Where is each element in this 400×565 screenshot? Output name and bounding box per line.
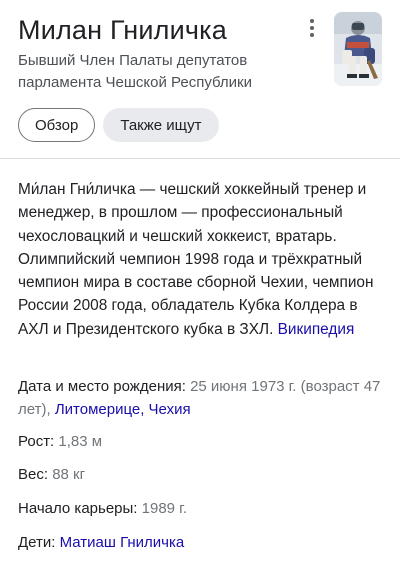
tab-people-also-search[interactable]: Также ищут (103, 108, 219, 142)
fact-height-label: Рост: (18, 433, 55, 450)
tab-overview[interactable]: Обзор (18, 108, 96, 142)
fact-weight-value: 88 кг (52, 466, 86, 483)
child-link[interactable]: Матиаш Гниличка (60, 534, 185, 551)
fact-birth: Дата и место рождения: 25 июня 1973 г. (… (18, 375, 386, 421)
fact-birth-label: Дата и место рождения: (18, 378, 186, 395)
fact-height: Рост: 1,83 м (18, 430, 386, 453)
fact-career-start: Начало карьеры: 1989 г. (18, 497, 386, 520)
knowledge-panel-header: Милан Гниличка Бывший Член Палаты депута… (0, 0, 400, 158)
entity-title: Милан Гниличка (18, 15, 227, 45)
entity-subtitle: Бывший Член Палаты депутатов парламента … (18, 52, 253, 91)
wikipedia-link[interactable]: Википедия (278, 321, 355, 338)
fact-weight: Вес: 88 кг (18, 463, 386, 486)
description-text: Ми́лан Гни́личка — чешский хоккейный тре… (18, 181, 374, 338)
fact-children-label: Дети: (18, 534, 56, 551)
fact-children: Дети: Матиаш Гниличка (18, 531, 386, 554)
birthplace-link[interactable]: Литомерице, Чехия (55, 401, 191, 418)
fact-height-value: 1,83 м (58, 433, 103, 450)
entity-photo[interactable] (334, 12, 382, 86)
hockey-goalie-image (334, 12, 382, 86)
entity-description: Ми́лан Гни́личка — чешский хоккейный тре… (18, 178, 386, 341)
fact-career-label: Начало карьеры: (18, 500, 138, 517)
fact-weight-label: Вес: (18, 466, 49, 483)
tab-chips: Обзор Также ищут (18, 108, 219, 142)
fact-career-value: 1989 г. (141, 500, 187, 517)
divider (0, 158, 400, 159)
more-vert-icon[interactable] (302, 14, 322, 42)
